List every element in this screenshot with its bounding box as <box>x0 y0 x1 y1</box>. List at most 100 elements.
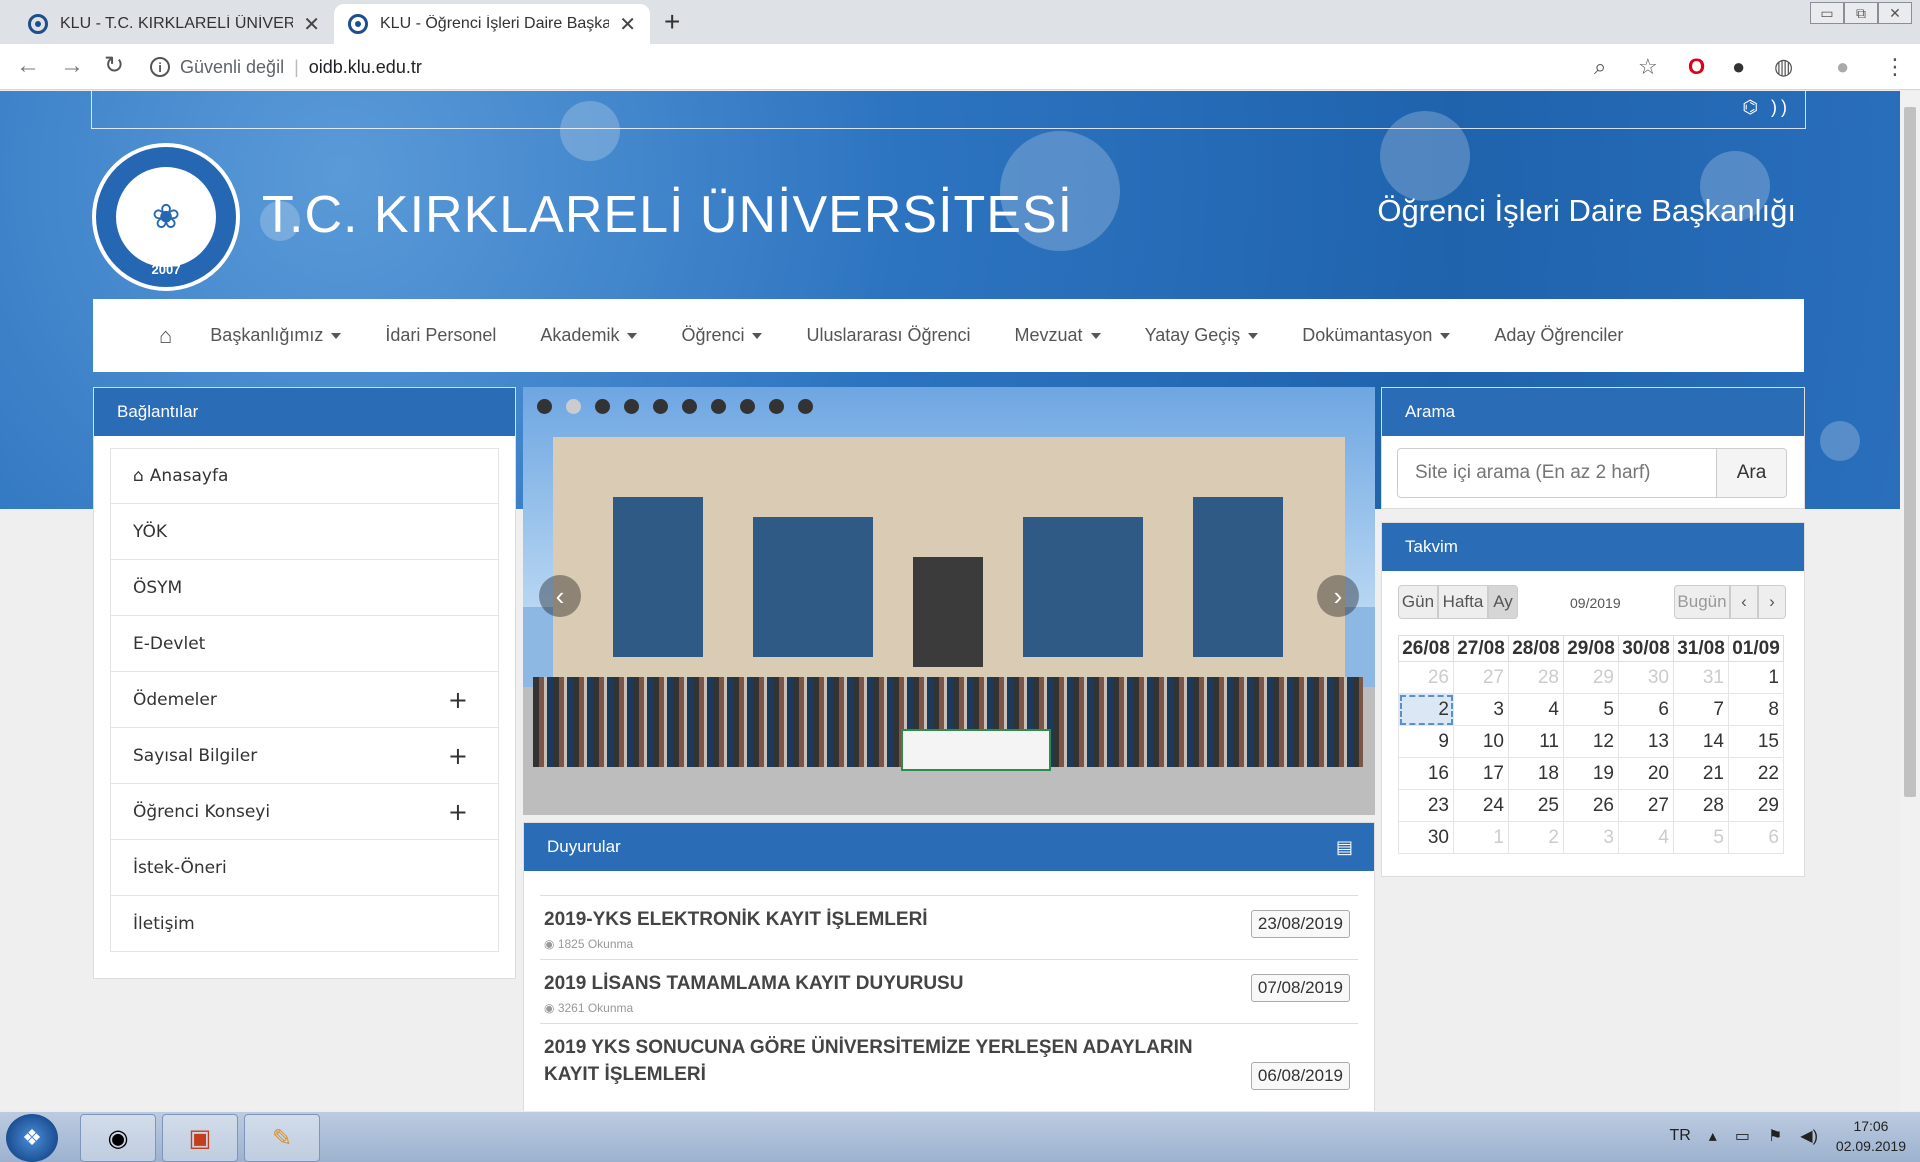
calendar-day-cell[interactable]: 14 <box>1673 725 1729 758</box>
address-bar[interactable]: i Güvenli değil | oidb.klu.edu.tr <box>150 50 1670 84</box>
zoom-icon[interactable]: ⌕ <box>1594 54 1606 80</box>
slider-prev-icon[interactable]: ‹ <box>539 575 581 617</box>
info-icon[interactable]: i <box>150 57 170 77</box>
slider-dot[interactable] <box>624 399 639 414</box>
calendar-day-cell[interactable]: 30 <box>1618 661 1674 694</box>
calendar-day-cell[interactable]: 21 <box>1673 757 1729 790</box>
prev-month-button[interactable]: ‹ <box>1730 585 1758 619</box>
search-button[interactable]: Ara <box>1717 448 1787 498</box>
calendar-day-cell[interactable]: 27 <box>1618 789 1674 822</box>
slider-dot[interactable] <box>595 399 610 414</box>
slider-dot[interactable] <box>682 399 697 414</box>
nav-baskanligimiz[interactable]: Başkanlığımız <box>210 325 342 346</box>
calendar-day-cell[interactable]: 17 <box>1453 757 1509 790</box>
university-name[interactable]: T.C. KIRKLARELİ ÜNİVERSİTESİ <box>262 185 1073 245</box>
vertical-scrollbar[interactable] <box>1900 91 1920 1111</box>
news-title[interactable]: 2019 LİSANS TAMAMLAMA KAYIT DUYURUSU <box>544 970 1224 997</box>
calendar-day-cell[interactable]: 25 <box>1508 789 1564 822</box>
calendar-day-cell[interactable]: 11 <box>1508 725 1564 758</box>
news-item[interactable]: 2019 LİSANS TAMAMLAMA KAYIT DUYURUSU ◉ 3… <box>540 959 1358 1023</box>
calendar-day-cell[interactable]: 12 <box>1563 725 1619 758</box>
powerpoint-icon[interactable]: ▣ <box>162 1114 238 1162</box>
day-view-button[interactable]: Gün <box>1398 585 1438 619</box>
calendar-day-cell[interactable]: 29 <box>1728 789 1784 822</box>
tab-close-icon[interactable]: ✕ <box>303 12 320 37</box>
today-button[interactable]: Bugün <box>1674 585 1730 619</box>
nav-mevzuat[interactable]: Mevzuat <box>1015 325 1101 346</box>
nav-akademik[interactable]: Akademik <box>540 325 638 346</box>
list-icon[interactable]: ▤ <box>1336 837 1353 858</box>
calendar-day-cell[interactable]: 29 <box>1563 661 1619 694</box>
calendar-day-cell[interactable]: 15 <box>1728 725 1784 758</box>
clock[interactable]: 17:06 02.09.2019 <box>1836 1116 1906 1156</box>
calendar-day-cell[interactable]: 16 <box>1398 757 1454 790</box>
nav-uluslararasi-ogrenci[interactable]: Uluslararası Öğrenci <box>806 325 970 346</box>
news-title[interactable]: 2019 YKS SONUCUNA GÖRE ÜNİVERSİTEMİZE YE… <box>544 1034 1224 1088</box>
nav-idari-personel[interactable]: İdari Personel <box>385 325 496 346</box>
news-item[interactable]: 2019 YKS SONUCUNA GÖRE ÜNİVERSİTEMİZE YE… <box>540 1023 1358 1096</box>
volume-icon[interactable]: ◀) <box>1800 1126 1818 1146</box>
nav-ogrenci[interactable]: Öğrenci <box>681 325 763 346</box>
expand-plus-icon[interactable]: + <box>448 742 468 770</box>
news-title[interactable]: 2019-YKS ELEKTRONİK KAYIT İŞLEMLERİ <box>544 906 1224 933</box>
slider-dot[interactable] <box>740 399 755 414</box>
calendar-today-cell[interactable]: 2 <box>1398 693 1454 726</box>
sitemap-rss-icons[interactable]: ⌬ )) <box>1742 97 1791 118</box>
link-osym[interactable]: ÖSYM <box>110 560 499 616</box>
tab-oidb[interactable]: KLU - Öğrenci İşleri Daire Başkan ✕ <box>334 4 650 44</box>
profile-icon[interactable]: ● <box>1836 54 1849 80</box>
slider-dot[interactable] <box>798 399 813 414</box>
calendar-day-cell[interactable]: 5 <box>1563 693 1619 726</box>
tray-expand-icon[interactable]: ▴ <box>1709 1126 1717 1146</box>
calendar-day-cell[interactable]: 28 <box>1673 789 1729 822</box>
search-input[interactable] <box>1397 448 1717 498</box>
calendar-day-cell[interactable]: 6 <box>1728 821 1784 854</box>
scrollbar-thumb[interactable] <box>1904 107 1916 797</box>
link-iletisim[interactable]: İletişim <box>110 896 499 952</box>
slider-dot[interactable] <box>653 399 668 414</box>
link-anasayfa[interactable]: ⌂ Anasayfa <box>110 448 499 504</box>
next-month-button[interactable]: › <box>1758 585 1786 619</box>
news-item[interactable]: 2019-YKS ELEKTRONİK KAYIT İŞLEMLERİ ◉ 18… <box>540 895 1358 959</box>
language-indicator[interactable]: TR <box>1669 1127 1690 1145</box>
reload-button[interactable]: ↻ <box>104 52 124 80</box>
calendar-day-cell[interactable]: 19 <box>1563 757 1619 790</box>
calendar-day-cell[interactable]: 3 <box>1453 693 1509 726</box>
calendar-day-cell[interactable]: 1 <box>1453 821 1509 854</box>
nav-yatay-gecis[interactable]: Yatay Geçiş <box>1145 325 1259 346</box>
network-icon[interactable]: ▭ <box>1735 1126 1750 1146</box>
calendar-day-cell[interactable]: 26 <box>1398 661 1454 694</box>
calendar-day-cell[interactable]: 8 <box>1728 693 1784 726</box>
calendar-day-cell[interactable]: 30 <box>1398 821 1454 854</box>
tab-klu-main[interactable]: KLU - T.C. KIRKLARELİ ÜNİVERSİT ✕ <box>14 4 334 44</box>
calendar-day-cell[interactable]: 2 <box>1508 821 1564 854</box>
calendar-day-cell[interactable]: 20 <box>1618 757 1674 790</box>
tab-close-icon[interactable]: ✕ <box>619 12 636 37</box>
expand-plus-icon[interactable]: + <box>448 798 468 826</box>
back-button[interactable]: ← <box>16 52 40 80</box>
forward-button[interactable]: → <box>60 52 84 80</box>
week-view-button[interactable]: Hafta <box>1438 585 1488 619</box>
calendar-day-cell[interactable]: 9 <box>1398 725 1454 758</box>
calendar-day-cell[interactable]: 22 <box>1728 757 1784 790</box>
maximize-button[interactable]: ⧉ <box>1844 2 1878 24</box>
calendar-day-cell[interactable]: 6 <box>1618 693 1674 726</box>
calendar-day-cell[interactable]: 3 <box>1563 821 1619 854</box>
calendar-day-cell[interactable]: 7 <box>1673 693 1729 726</box>
calendar-day-cell[interactable]: 1 <box>1728 661 1784 694</box>
link-e-devlet[interactable]: E-Devlet <box>110 616 499 672</box>
slider-dot[interactable] <box>769 399 784 414</box>
slider-dot[interactable] <box>566 399 581 414</box>
university-logo[interactable]: ❀ 2007 <box>92 143 240 291</box>
extension-icon[interactable]: ● <box>1732 54 1745 80</box>
calendar-day-cell[interactable]: 23 <box>1398 789 1454 822</box>
paint-icon[interactable]: ✎ <box>244 1114 320 1162</box>
nav-dokumantasyon[interactable]: Dokümantasyon <box>1302 325 1451 346</box>
nav-aday-ogrenciler[interactable]: Aday Öğrenciler <box>1494 325 1623 346</box>
slider-dot[interactable] <box>537 399 552 414</box>
link-istek-oneri[interactable]: İstek-Öneri <box>110 840 499 896</box>
link-yok[interactable]: YÖK <box>110 504 499 560</box>
month-view-button[interactable]: Ay <box>1488 585 1518 619</box>
calendar-day-cell[interactable]: 10 <box>1453 725 1509 758</box>
calendar-day-cell[interactable]: 31 <box>1673 661 1729 694</box>
